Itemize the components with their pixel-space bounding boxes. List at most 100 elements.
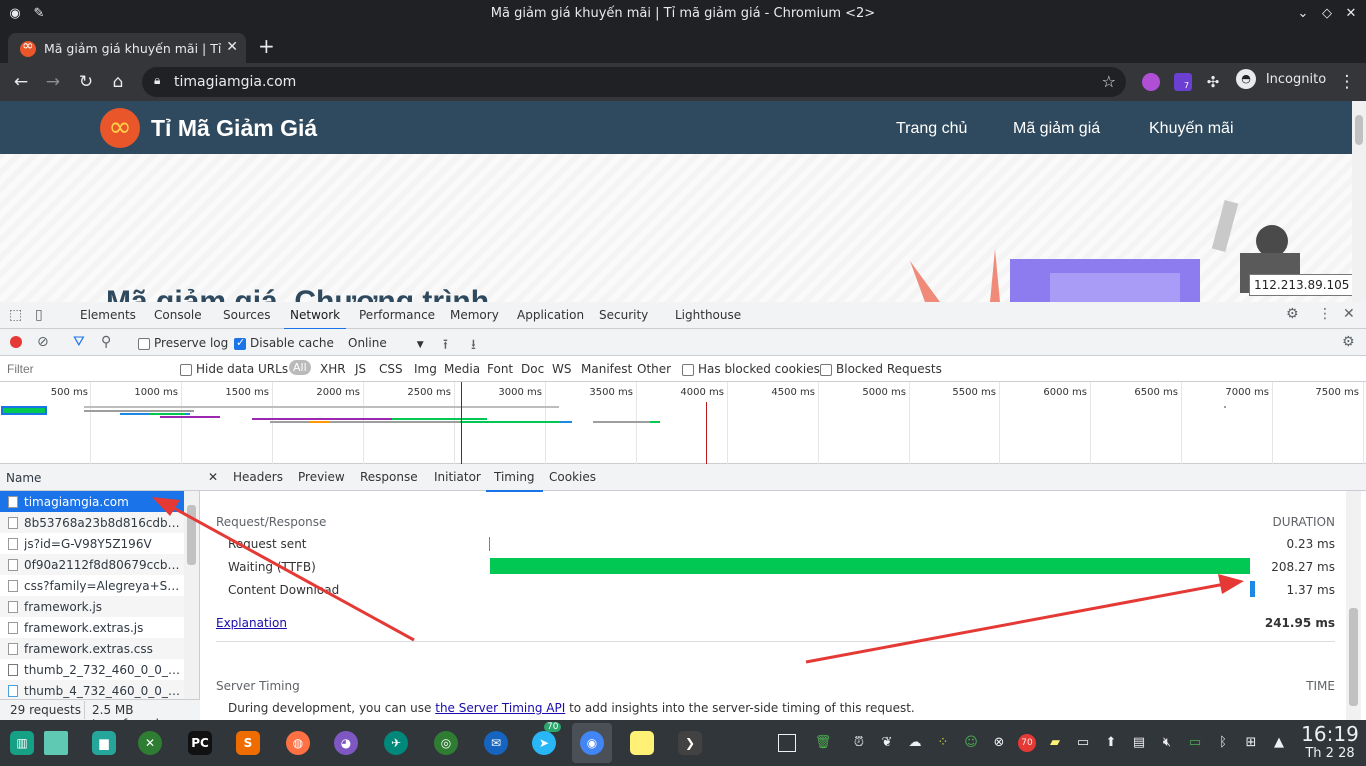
feather-icon[interactable]: ❦: [878, 734, 896, 752]
tab-sources[interactable]: Sources: [223, 308, 270, 322]
page-scrollbar-thumb[interactable]: [1355, 115, 1363, 145]
tab-application[interactable]: Application: [517, 308, 584, 322]
address-bar[interactable]: 🔒︎ timagiamgia.com ☆: [142, 67, 1126, 97]
filter-type-doc[interactable]: Doc: [521, 362, 544, 376]
home-icon[interactable]: ⌂: [107, 71, 129, 93]
request-row[interactable]: 8b53768a23b8d816cdbe2e2...: [0, 512, 184, 533]
tab-response[interactable]: Response: [360, 470, 418, 484]
close-detail-icon[interactable]: ✕: [208, 470, 218, 484]
trash-icon[interactable]: 🗑︎: [814, 734, 832, 752]
task-firefox[interactable]: ◍: [278, 723, 318, 763]
task-pidgin[interactable]: ◕: [326, 723, 366, 763]
tab-performance[interactable]: Performance: [359, 308, 435, 322]
tab-initiator[interactable]: Initiator: [434, 470, 481, 484]
request-row[interactable]: thumb_4_732_460_0_0_crop...: [0, 680, 184, 699]
page-scrollbar[interactable]: [1352, 101, 1366, 302]
task-terminal[interactable]: ❯: [670, 723, 710, 763]
preserve-log-checkbox[interactable]: Preserve log: [138, 336, 228, 350]
alarm-icon[interactable]: ⏰︎: [850, 734, 868, 752]
task-file-manager[interactable]: ▆: [84, 723, 124, 763]
tab-elements[interactable]: Elements: [80, 308, 136, 322]
server-timing-api-link[interactable]: the Server Timing API: [435, 701, 565, 715]
task-chromium[interactable]: ◉: [572, 723, 612, 763]
filter-input[interactable]: [3, 360, 167, 378]
explanation-link[interactable]: Explanation: [216, 616, 287, 630]
x-circle-tray-icon[interactable]: ⊗: [990, 734, 1008, 752]
clipboard-icon[interactable]: ▤: [1130, 734, 1148, 752]
has-blocked-cookies-box[interactable]: [682, 363, 694, 376]
notes-tray-icon[interactable]: ▰: [1046, 734, 1064, 752]
new-tab-icon[interactable]: +: [258, 34, 275, 58]
disable-cache-checkbox[interactable]: Disable cache: [234, 336, 334, 350]
address-url[interactable]: timagiamgia.com: [174, 74, 296, 90]
nav-coupons[interactable]: Mã giảm giá: [1013, 120, 1100, 138]
close-devtools-icon[interactable]: ✕: [1343, 306, 1355, 322]
request-row[interactable]: framework.extras.css: [0, 638, 184, 659]
tab-security[interactable]: Security: [599, 308, 648, 322]
request-list-scrollbar-thumb[interactable]: [187, 505, 196, 565]
filter-type-xhr[interactable]: XHR: [320, 362, 346, 376]
filter-type-css[interactable]: CSS: [379, 362, 403, 376]
site-logo-icon[interactable]: ∞: [100, 108, 140, 148]
search-icon[interactable]: ⚲: [101, 334, 111, 350]
reload-icon[interactable]: ↻: [75, 71, 97, 93]
import-har-icon[interactable]: ⭱: [443, 334, 448, 358]
filter-type-img[interactable]: Img: [414, 362, 437, 376]
throttling-select[interactable]: Online ▼: [348, 336, 424, 350]
tab-timing[interactable]: Timing: [486, 470, 543, 492]
tab-memory[interactable]: Memory: [450, 308, 499, 322]
detail-scrollbar[interactable]: [1346, 491, 1361, 720]
terminal-tray-icon[interactable]: ▭: [1074, 734, 1092, 752]
network-overview[interactable]: 500 ms 1000 ms 1500 ms 2000 ms 2500 ms 3…: [0, 382, 1366, 464]
cloud-sync-icon[interactable]: ☁: [906, 734, 924, 752]
desktop-pager[interactable]: [36, 723, 76, 763]
app-grid-icon[interactable]: ⁘: [934, 734, 952, 752]
close-tab-icon[interactable]: ✕: [226, 39, 238, 55]
tab-lighthouse[interactable]: Lighthouse: [675, 308, 741, 322]
tab-console[interactable]: Console: [154, 308, 202, 322]
overview-selection[interactable]: [1, 406, 47, 415]
filter-icon[interactable]: ⛛: [73, 334, 85, 350]
puzzle-icon[interactable]: ✣: [1202, 71, 1224, 93]
settings-gear-icon[interactable]: ⚙: [1286, 306, 1299, 322]
devtools-menu-icon[interactable]: ⋮: [1318, 306, 1332, 322]
tab-headers[interactable]: Headers: [233, 470, 283, 484]
site-name[interactable]: Tỉ Mã Giảm Giá: [151, 115, 317, 142]
tab-cookies[interactable]: Cookies: [549, 470, 596, 484]
task-notes[interactable]: [622, 723, 662, 763]
lock-icon[interactable]: 🔒︎: [154, 73, 160, 88]
request-row[interactable]: 0f90a2112f8d80679ccbd0ac9: [0, 554, 184, 575]
task-telegram[interactable]: ➤ 70: [524, 722, 564, 763]
user-icon[interactable]: ☺: [962, 734, 980, 752]
blocked-requests-box[interactable]: [820, 363, 832, 376]
request-row[interactable]: thumb_2_732_460_0_0_crop...: [0, 659, 184, 680]
inspect-element-icon[interactable]: ⬚: [9, 307, 22, 323]
incognito-indicator[interactable]: ◓ Incognito: [1232, 69, 1336, 95]
task-pycharm[interactable]: PC: [180, 723, 220, 763]
maximize-icon[interactable]: ◇: [1318, 5, 1336, 23]
detail-scrollbar-thumb[interactable]: [1349, 608, 1358, 706]
filter-type-all[interactable]: All: [289, 360, 311, 375]
request-row[interactable]: css?family=Alegreya+SC|Be...: [0, 575, 184, 596]
request-row[interactable]: framework.js: [0, 596, 184, 617]
extension-icon[interactable]: [1142, 73, 1160, 91]
clear-icon[interactable]: ⊘: [37, 334, 49, 350]
upload-icon[interactable]: ⬆: [1102, 734, 1120, 752]
forward-icon[interactable]: →: [42, 71, 64, 93]
tray-expand-icon[interactable]: ▲: [1270, 734, 1288, 752]
task-sublime[interactable]: S: [228, 723, 268, 763]
show-desktop-icon[interactable]: [778, 734, 796, 752]
close-window-icon[interactable]: ✕: [1342, 5, 1360, 23]
hide-data-urls-box[interactable]: [180, 363, 192, 376]
bookmark-star-icon[interactable]: ☆: [1102, 72, 1116, 91]
hide-data-urls-checkbox[interactable]: Hide data URLs: [180, 362, 288, 376]
nav-home[interactable]: Trang chủ: [896, 120, 967, 138]
minimize-icon[interactable]: ⌄: [1294, 5, 1312, 23]
filter-type-other[interactable]: Other: [637, 362, 671, 376]
export-har-icon[interactable]: ⭳: [471, 334, 476, 358]
preserve-log-box[interactable]: [138, 337, 150, 350]
clock[interactable]: 16:19 Th 2 28: [1297, 723, 1363, 763]
request-row[interactable]: timagiamgia.com: [0, 491, 184, 512]
has-blocked-cookies-checkbox[interactable]: Has blocked cookies: [682, 362, 820, 376]
filter-type-media[interactable]: Media: [444, 362, 480, 376]
